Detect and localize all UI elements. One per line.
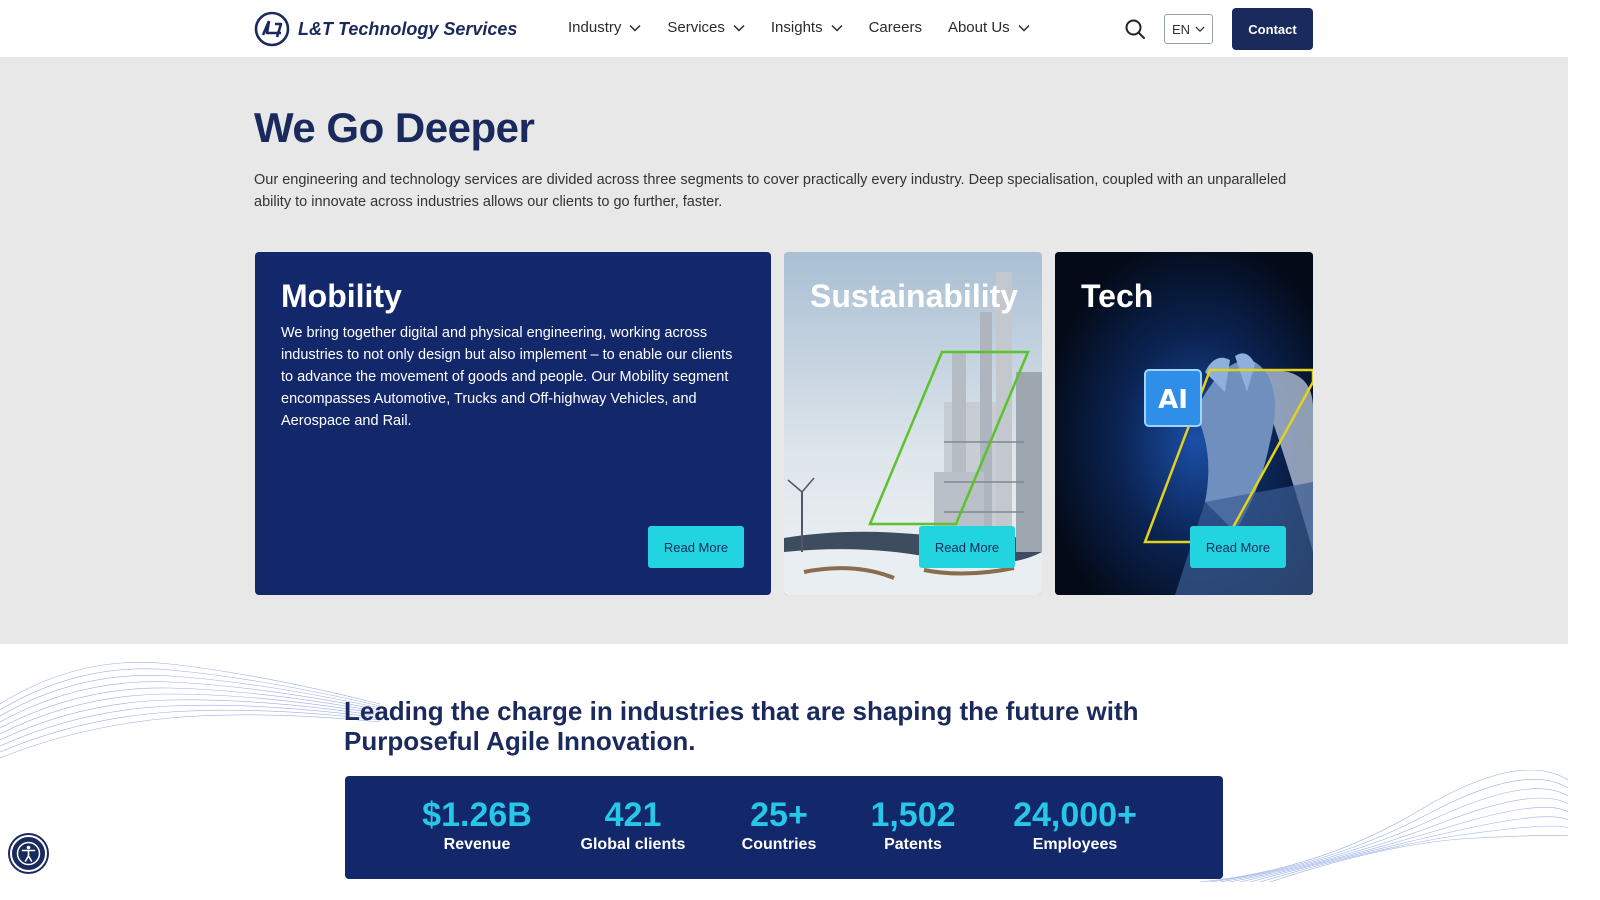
stat-employees: 24,000+ Employees <box>1013 796 1137 854</box>
chevron-down-icon <box>1195 26 1205 32</box>
main-nav: Industry Services Insights Careers About… <box>568 19 1056 36</box>
logo-text: L&T Technology Services <box>298 18 518 39</box>
wave-decoration <box>0 662 380 759</box>
hero-section: We Go Deeper Our engineering and technol… <box>0 58 1568 644</box>
stat-label: Patents <box>884 836 942 853</box>
language-value: EN <box>1171 21 1191 37</box>
read-more-button[interactable]: Read More <box>919 526 1015 568</box>
stats-banner: $1.26B Revenue 421 Global clients 25+ Co… <box>345 776 1223 879</box>
nav-item-about-us[interactable]: About Us <box>948 19 1030 36</box>
card-title: Mobility <box>281 278 402 314</box>
hero-description: Our engineering and technology services … <box>254 172 1287 210</box>
contact-button[interactable]: Contact <box>1232 8 1313 50</box>
card-text: We bring together digital and physical e… <box>281 325 733 429</box>
stat-value: 25+ <box>750 796 808 834</box>
stat-label: Employees <box>1032 836 1118 853</box>
card-title: Sustainability <box>810 278 1019 314</box>
chevron-down-icon <box>629 24 641 32</box>
stat-revenue: $1.26B Revenue <box>422 796 532 854</box>
nav-label: About Us <box>947 19 1010 36</box>
chevron-down-icon <box>831 24 843 32</box>
nav-item-industry[interactable]: Industry <box>568 19 641 36</box>
stat-value: $1.26B <box>422 796 532 834</box>
stat-label: Revenue <box>443 836 511 853</box>
card-mobility: Mobility We bring together digital and p… <box>255 252 771 595</box>
site-header: L&T Technology Services Industry Service… <box>0 0 1568 58</box>
ai-chip-label: AI <box>1158 385 1188 415</box>
read-more-button[interactable]: Read More <box>1190 526 1286 568</box>
read-more-button[interactable]: Read More <box>648 526 744 568</box>
search-icon[interactable] <box>1124 18 1146 40</box>
page-title: We Go Deeper <box>254 104 535 151</box>
stat-countries: 25+ Countries <box>742 796 817 854</box>
card-sustainability: Sustainability Read More <box>784 252 1042 595</box>
nav-item-careers[interactable]: Careers <box>869 19 922 36</box>
stat-label: Global clients <box>580 836 686 853</box>
nav-label: Industry <box>568 19 622 36</box>
nav-label: Insights <box>770 19 823 36</box>
nav-item-insights[interactable]: Insights <box>771 19 843 36</box>
nav-label: Services <box>667 19 725 36</box>
wave-decoration <box>1200 770 1568 882</box>
card-title: Tech <box>1081 278 1154 314</box>
card-tech: AI Tech Read More <box>1055 252 1313 595</box>
language-select[interactable]: EN <box>1164 14 1213 44</box>
stat-value: 24,000+ <box>1013 796 1137 834</box>
chevron-down-icon <box>733 24 745 32</box>
stat-value: 421 <box>604 796 662 834</box>
accessibility-icon <box>16 841 41 866</box>
nav-label: Careers <box>868 19 922 36</box>
chevron-down-icon <box>1018 24 1030 32</box>
accessibility-button[interactable] <box>10 835 47 872</box>
stat-global-clients: 421 Global clients <box>581 796 686 854</box>
stat-value: 1,502 <box>870 796 956 834</box>
section-title: Leading the charge in industries that ar… <box>344 696 1139 756</box>
lt-logo-icon <box>254 11 290 47</box>
logo[interactable]: L&T Technology Services <box>254 11 517 47</box>
stat-patents: 1,502 Patents <box>870 796 955 854</box>
stat-label: Countries <box>741 836 817 853</box>
nav-item-services[interactable]: Services <box>667 19 745 36</box>
